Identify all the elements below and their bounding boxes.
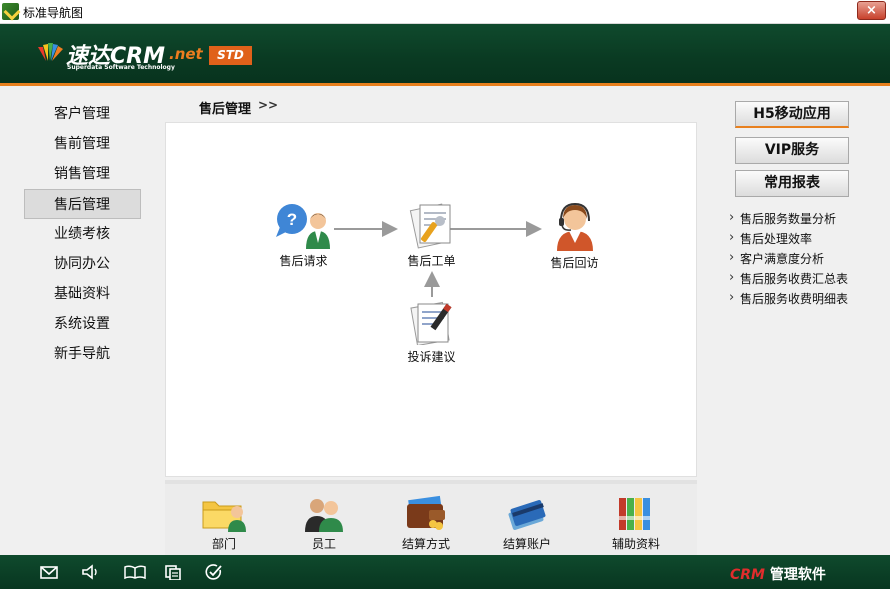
menu-item-guide[interactable]: 新手导航 xyxy=(24,339,141,369)
status-bar: CRM 管理软件 xyxy=(0,555,890,589)
check-circle-icon[interactable] xyxy=(205,564,223,580)
flow-node-revisit[interactable]: 售后回访 xyxy=(537,201,612,271)
vip-service-button[interactable]: VIP服务 xyxy=(735,137,849,164)
tool-label-settlement-account: 结算账户 xyxy=(502,537,551,551)
tool-label-auxiliary-data: 辅助资料 xyxy=(611,537,660,551)
breadcrumb: 售后管理 xyxy=(199,102,252,117)
menu-item-settings[interactable]: 系统设置 xyxy=(24,309,141,339)
copy-icon[interactable] xyxy=(164,564,182,580)
tool-label-employee: 员工 xyxy=(311,537,336,551)
window-title: 标准导航图 xyxy=(23,6,84,20)
report-link[interactable]: 客户满意度分析 xyxy=(729,248,848,269)
flow-label-complaint: 投诉建议 xyxy=(407,350,456,364)
flow-node-workorder[interactable]: 售后工单 xyxy=(394,201,469,269)
basic-tools-strip: 部门 员工 结算方式 结算账户 辅助资料 xyxy=(165,480,697,555)
menu-item-performance[interactable]: 业绩考核 xyxy=(24,219,141,249)
flow-node-request[interactable]: ? 售后请求 xyxy=(266,203,341,269)
app-icon xyxy=(2,3,19,20)
report-link[interactable]: 售后处理效率 xyxy=(729,228,848,249)
tool-auxiliary-data[interactable]: 辅助资料 xyxy=(599,494,673,552)
menu-item-presales[interactable]: 售前管理 xyxy=(24,129,141,159)
document-pen-icon xyxy=(409,301,451,345)
headset-agent-icon xyxy=(556,202,593,251)
brand-crm-text: CRM xyxy=(730,567,765,583)
report-link[interactable]: 售后服务数量分析 xyxy=(729,208,848,229)
flow-label-revisit: 售后回访 xyxy=(550,256,599,270)
flow-label-workorder: 售后工单 xyxy=(407,254,456,268)
tool-label-settlement-method: 结算方式 xyxy=(401,537,450,551)
flow-label-request: 售后请求 xyxy=(279,254,328,268)
report-link[interactable]: 售后服务收费汇总表 xyxy=(729,268,848,289)
tool-settlement-account[interactable]: 结算账户 xyxy=(490,494,564,552)
book-icon[interactable] xyxy=(124,564,146,580)
left-menu: 客户管理 售前管理 销售管理 售后管理 业绩考核 协同办公 基础资料 系统设置 … xyxy=(24,99,141,369)
title-bar: 标准导航图 × xyxy=(0,0,890,24)
binders-icon xyxy=(619,498,650,530)
tool-department[interactable]: 部门 xyxy=(187,494,261,552)
menu-item-basic-data[interactable]: 基础资料 xyxy=(24,279,141,309)
report-links: 售后服务数量分析 售后处理效率 客户满意度分析 售后服务收费汇总表 售后服务收费… xyxy=(729,208,848,309)
wallet-icon xyxy=(407,495,445,530)
tool-employee[interactable]: 员工 xyxy=(287,494,361,552)
common-reports-button[interactable]: 常用报表 xyxy=(735,170,849,197)
speaker-icon[interactable] xyxy=(81,564,99,580)
flow-canvas: ? 售后请求 售后工单 售后回访 投诉建议 xyxy=(165,122,697,477)
breadcrumb-arrow: >> xyxy=(258,98,279,112)
logo-net-text: .net xyxy=(169,45,203,63)
h5-mobile-button[interactable]: H5移动应用 xyxy=(735,101,849,128)
report-link[interactable]: 售后服务收费明细表 xyxy=(729,288,848,309)
edition-badge: STD xyxy=(209,46,252,65)
brand-text: 管理软件 xyxy=(765,567,826,583)
mail-icon[interactable] xyxy=(40,564,58,580)
app-window: 标准导航图 × 速达CRM .net Superdata Software Te… xyxy=(0,0,890,589)
logo-subtitle: Superdata Software Technology xyxy=(67,64,175,71)
menu-item-customer[interactable]: 客户管理 xyxy=(24,99,141,129)
flow-node-complaint[interactable]: 投诉建议 xyxy=(394,299,469,365)
tool-label-department: 部门 xyxy=(211,537,236,551)
document-wrench-icon xyxy=(409,203,450,249)
bank-card-icon xyxy=(508,500,546,530)
question-person-icon: ? xyxy=(275,204,330,249)
logo-mark-icon xyxy=(38,43,63,61)
close-button[interactable]: × xyxy=(857,1,886,20)
folder-person-icon xyxy=(202,501,246,532)
menu-item-aftersales[interactable]: 售后管理 xyxy=(24,189,141,219)
brand-label: CRM 管理软件 xyxy=(730,564,826,584)
menu-item-sales[interactable]: 销售管理 xyxy=(24,159,141,189)
header-banner: 速达CRM .net Superdata Software Technology… xyxy=(0,24,890,86)
svg-text:?: ? xyxy=(286,210,296,229)
tool-settlement-method[interactable]: 结算方式 xyxy=(389,494,463,552)
menu-item-collaboration[interactable]: 协同办公 xyxy=(24,249,141,279)
people-icon xyxy=(305,499,343,532)
